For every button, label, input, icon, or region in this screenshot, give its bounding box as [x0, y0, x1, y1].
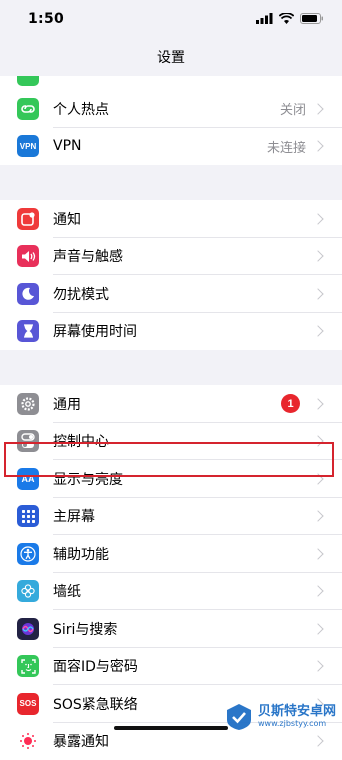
toggle-icon — [17, 430, 39, 452]
settings-group-notifications: 通知 声音与触感 勿扰模式 屏幕使用时间 — [0, 200, 342, 350]
settings-row-screen-time[interactable]: 屏幕使用时间 — [0, 313, 342, 351]
settings-row-notifications[interactable]: 通知 — [0, 200, 342, 238]
sound-icon — [17, 245, 39, 267]
chevron-right-icon — [312, 213, 323, 224]
settings-row-display-brightness[interactable]: AA 显示与亮度 — [0, 460, 342, 498]
settings-row-label: 显示与亮度 — [53, 469, 314, 489]
settings-row-value: 关闭 — [280, 99, 306, 118]
settings-row-label: 墙纸 — [53, 581, 314, 601]
chevron-right-icon — [312, 736, 323, 747]
settings-row-label: 屏幕使用时间 — [53, 321, 314, 341]
settings-row-do-not-disturb[interactable]: 勿扰模式 — [0, 275, 342, 313]
hotspot-icon — [17, 98, 39, 120]
status-time: 1:50 — [28, 11, 64, 27]
gear-icon — [17, 393, 39, 415]
settings-row-label: 面容ID与密码 — [53, 656, 314, 676]
settings-row-wallpaper[interactable]: 墙纸 — [0, 573, 342, 611]
settings-row-hotspot[interactable]: 个人热点 关闭 — [0, 90, 342, 128]
watermark-url: www.zjbstyy.com — [258, 719, 336, 729]
battery-icon — [300, 13, 324, 24]
wallpaper-icon — [17, 580, 39, 602]
hourglass-icon — [17, 320, 39, 342]
settings-row-label: 通知 — [53, 209, 314, 229]
settings-row-vpn[interactable]: VPN VPN 未连接 — [0, 128, 342, 166]
vpn-icon: VPN — [17, 135, 39, 157]
settings-row-label: 声音与触感 — [53, 246, 314, 266]
settings-row-face-id-passcode[interactable]: 面容ID与密码 — [0, 648, 342, 686]
settings-row-label: 暴露通知 — [53, 731, 314, 751]
moon-icon — [17, 283, 39, 305]
sos-icon: SOS — [17, 693, 39, 715]
settings-row-general[interactable]: 通用 1 — [0, 385, 342, 423]
exposure-icon — [17, 730, 39, 752]
chevron-right-icon — [312, 398, 323, 409]
chevron-right-icon — [312, 661, 323, 672]
chevron-right-icon — [312, 326, 323, 337]
settings-row-home-screen[interactable]: 主屏幕 — [0, 498, 342, 536]
chevron-right-icon — [312, 623, 323, 634]
settings-row-label: 个人热点 — [53, 99, 280, 119]
settings-row-label: 主屏幕 — [53, 506, 314, 526]
chevron-right-icon — [312, 288, 323, 299]
settings-row-sounds[interactable]: 声音与触感 — [0, 238, 342, 276]
page-title: 设置 — [157, 50, 185, 66]
status-icons — [256, 13, 324, 24]
home-indicator[interactable] — [114, 726, 228, 730]
settings-group-network: 个人热点 关闭 VPN VPN 未连接 — [0, 76, 342, 165]
accessibility-icon — [17, 543, 39, 565]
settings-row-label: 通用 — [53, 394, 281, 414]
chevron-right-icon — [312, 436, 323, 447]
cut-off-row — [0, 76, 342, 90]
display-icon: AA — [17, 468, 39, 490]
home-screen-icon — [17, 505, 39, 527]
settings-row-label: 控制中心 — [53, 431, 314, 451]
notification-icon — [17, 208, 39, 230]
chevron-right-icon — [312, 586, 323, 597]
chevron-right-icon — [312, 473, 323, 484]
watermark-logo-icon — [224, 702, 254, 732]
chevron-right-icon — [312, 511, 323, 522]
status-bar: 1:50 — [0, 0, 342, 40]
settings-row-label: 辅助功能 — [53, 544, 314, 564]
wifi-icon — [279, 13, 294, 24]
watermark: 贝斯特安卓网 www.zjbstyy.com — [224, 702, 336, 732]
chevron-right-icon — [312, 548, 323, 559]
cellular-settings-icon — [17, 76, 39, 86]
chevron-right-icon — [312, 141, 323, 152]
settings-row-control-center[interactable]: 控制中心 — [0, 423, 342, 461]
settings-row-label: 勿扰模式 — [53, 284, 314, 304]
chevron-right-icon — [312, 251, 323, 262]
faceid-icon — [17, 655, 39, 677]
settings-row-label: VPN — [53, 138, 267, 154]
settings-row-accessibility[interactable]: 辅助功能 — [0, 535, 342, 573]
settings-row-siri-search[interactable]: Siri与搜索 — [0, 610, 342, 648]
cellular-icon — [256, 13, 273, 24]
notification-badge: 1 — [281, 394, 300, 413]
chevron-right-icon — [312, 103, 323, 114]
settings-row-label: Siri与搜索 — [53, 619, 314, 639]
watermark-title: 贝斯特安卓网 — [258, 705, 336, 719]
settings-row-value: 未连接 — [267, 137, 306, 156]
siri-icon — [17, 618, 39, 640]
nav-bar: 设置 — [0, 40, 342, 76]
